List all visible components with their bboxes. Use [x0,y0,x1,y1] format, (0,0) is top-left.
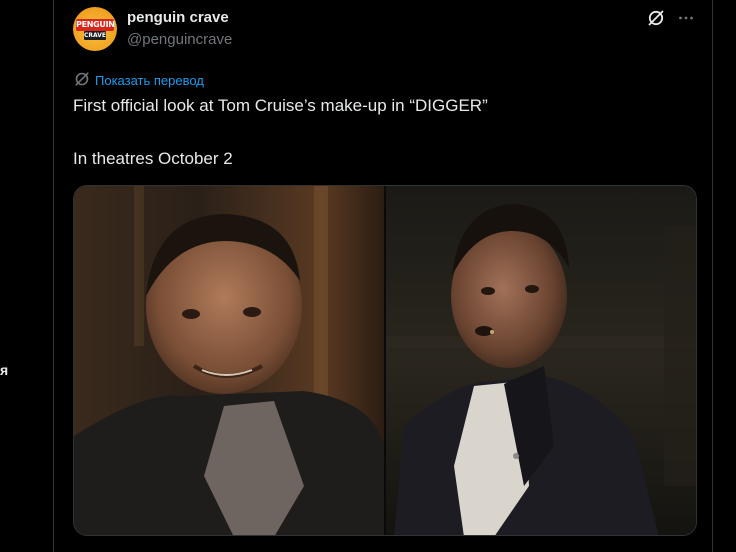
show-translation-link[interactable]: Показать перевод [74,71,204,90]
show-translation-label: Показать перевод [95,73,204,88]
tweet-media-image[interactable] [73,185,697,536]
more-icon[interactable] [676,8,696,28]
translate-icon [74,71,90,90]
author-handle[interactable]: @penguincrave [127,31,232,48]
tweet-text-line1: First official look at Tom Cruise’s make… [73,96,488,115]
avatar[interactable]: PENGUIN CRAVE [73,7,117,51]
sidebar-text-fragment: я [0,362,9,378]
left-sidebar-edge: я [0,0,53,552]
media-photo-collage [74,186,696,535]
author-name[interactable]: penguin crave [127,9,229,26]
avatar-logo-line2: CRAVE [84,31,107,40]
tweet-column: PENGUIN CRAVE penguin crave @penguincrav… [53,0,713,552]
grok-icon[interactable] [646,8,666,28]
tweet-text-line2: In theatres October 2 [73,149,233,168]
avatar-logo-line1: PENGUIN [76,19,115,31]
